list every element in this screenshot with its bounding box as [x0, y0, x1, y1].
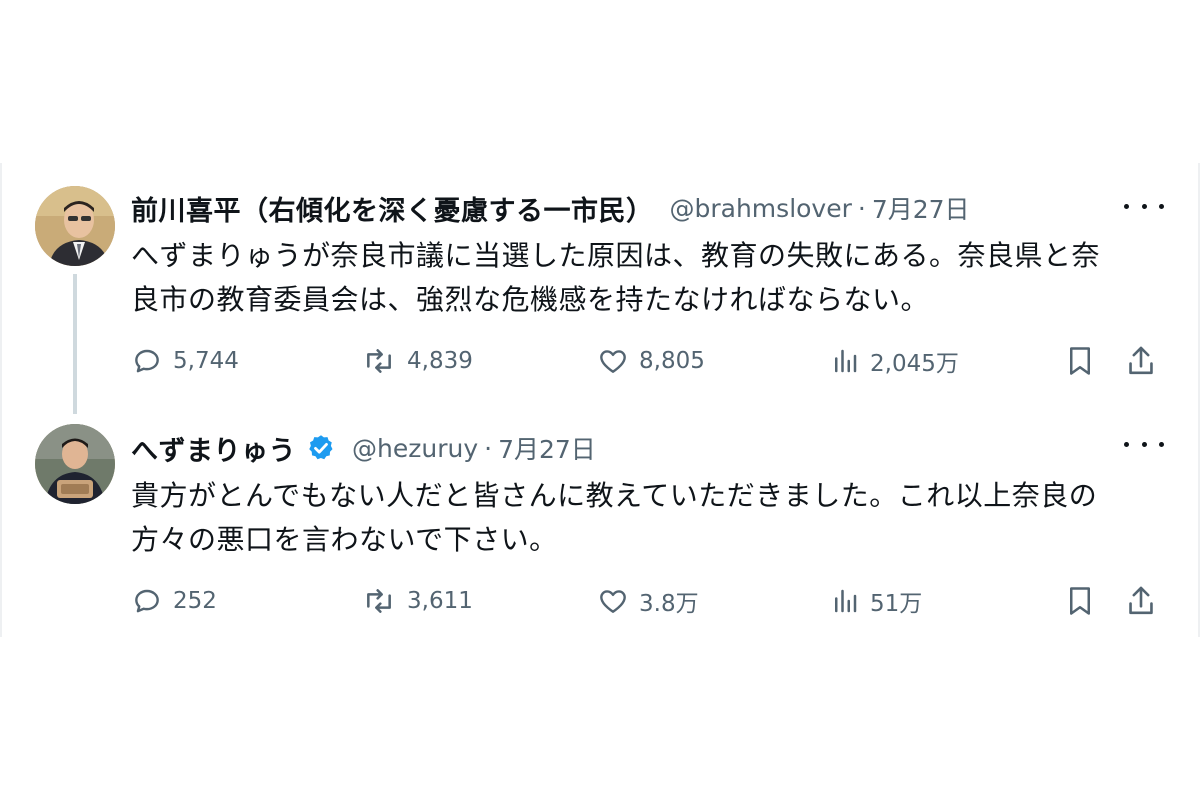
- more-dots-icon: [1141, 203, 1147, 209]
- more-dots-icon: [1159, 441, 1164, 447]
- more-dots-icon: [1124, 203, 1129, 209]
- heart-icon: [600, 590, 626, 613]
- author-handle[interactable]: @hezuruy: [352, 434, 478, 463]
- avatar[interactable]: [35, 424, 115, 504]
- separator-dot: ·: [484, 433, 493, 463]
- avatar-image: [35, 424, 115, 504]
- thread-connector-line: [73, 274, 77, 414]
- views-button[interactable]: 2,045万: [830, 341, 959, 381]
- tweet-actions: 5,744 4,839 8,805 2,045万: [131, 341, 1171, 381]
- reply-button[interactable]: 5,744: [131, 341, 239, 381]
- reply-count: 5,744: [173, 348, 239, 374]
- retweet-button[interactable]: 4,839: [361, 341, 473, 381]
- avatar-image: [35, 186, 115, 266]
- author-handle[interactable]: @brahmslover: [670, 194, 852, 223]
- screenshot-canvas: 前川喜平（右傾化を深く憂慮する一市民） @brahmslover · 7月27日…: [0, 0, 1200, 801]
- separator-dot: ·: [857, 193, 866, 223]
- avatar[interactable]: [35, 186, 115, 266]
- reply-icon: [135, 349, 159, 373]
- retweet-icon: [367, 589, 391, 613]
- like-button[interactable]: 3.8万: [597, 581, 699, 621]
- more-dots-icon: [1141, 441, 1147, 447]
- tweet-text: 貴方がとんでもない人だと皆さんに教えていただきました。これ以上奈良の 方々の悪口…: [131, 474, 1151, 562]
- share-icon: [1129, 586, 1153, 615]
- tweet-text-line: 良市の教育委員会は、強烈な危機感を持たなければならない。: [131, 283, 930, 316]
- views-chart-icon: [835, 589, 857, 613]
- retweet-button[interactable]: 3,611: [361, 581, 473, 621]
- like-count: 3.8万: [639, 591, 699, 617]
- bookmark-icon: [1070, 587, 1090, 615]
- tweet-text-line: 貴方がとんでもない人だと皆さんに教えていただきました。これ以上奈良の: [131, 479, 1098, 512]
- share-button[interactable]: [1125, 341, 1157, 381]
- reply-button[interactable]: 252: [131, 581, 217, 621]
- tweet-actions: 252 3,611 3.8万 51万: [131, 581, 1171, 621]
- bookmark-icon: [1070, 347, 1090, 375]
- author-name[interactable]: へずまりゅう: [131, 429, 296, 468]
- tweet-header: へずまりゅう @hezuruy · 7月27日: [131, 428, 596, 468]
- share-icon: [1129, 346, 1153, 375]
- heart-icon: [600, 350, 626, 373]
- tweet-text-line: へずまりゅうが奈良市議に当選した原因は、教育の失敗にある。奈良県と奈: [131, 239, 1101, 272]
- bookmark-button[interactable]: [1065, 341, 1095, 381]
- tweet-date[interactable]: 7月27日: [498, 430, 596, 466]
- more-dots-icon: [1159, 203, 1164, 209]
- tweet-text: へずまりゅうが奈良市議に当選した原因は、教育の失敗にある。奈良県と奈 良市の教育…: [131, 234, 1151, 322]
- views-chart-icon: [835, 349, 857, 373]
- timeline-left-border: [0, 163, 2, 637]
- reply-icon: [135, 589, 159, 613]
- share-button[interactable]: [1125, 581, 1157, 621]
- retweet-count: 3,611: [407, 588, 473, 614]
- more-options-button[interactable]: [1124, 434, 1164, 454]
- tweet-date[interactable]: 7月27日: [872, 190, 970, 226]
- bookmark-button[interactable]: [1065, 581, 1095, 621]
- views-count: 2,045万: [870, 351, 959, 377]
- reply-count: 252: [173, 588, 217, 614]
- more-options-button[interactable]: [1124, 196, 1164, 216]
- retweet-count: 4,839: [407, 348, 473, 374]
- tweet-text-line: 方々の悪口を言わないで下さい。: [131, 523, 558, 556]
- like-count: 8,805: [639, 348, 705, 374]
- views-count: 51万: [870, 591, 923, 617]
- more-dots-icon: [1124, 441, 1129, 447]
- tweet-header: 前川喜平（右傾化を深く憂慮する一市民） @brahmslover · 7月27日: [131, 188, 970, 228]
- author-name[interactable]: 前川喜平（右傾化を深く憂慮する一市民）: [131, 189, 654, 228]
- views-button[interactable]: 51万: [830, 581, 922, 621]
- verified-badge-icon: [309, 435, 333, 460]
- like-button[interactable]: 8,805: [597, 341, 705, 381]
- retweet-icon: [367, 349, 391, 373]
